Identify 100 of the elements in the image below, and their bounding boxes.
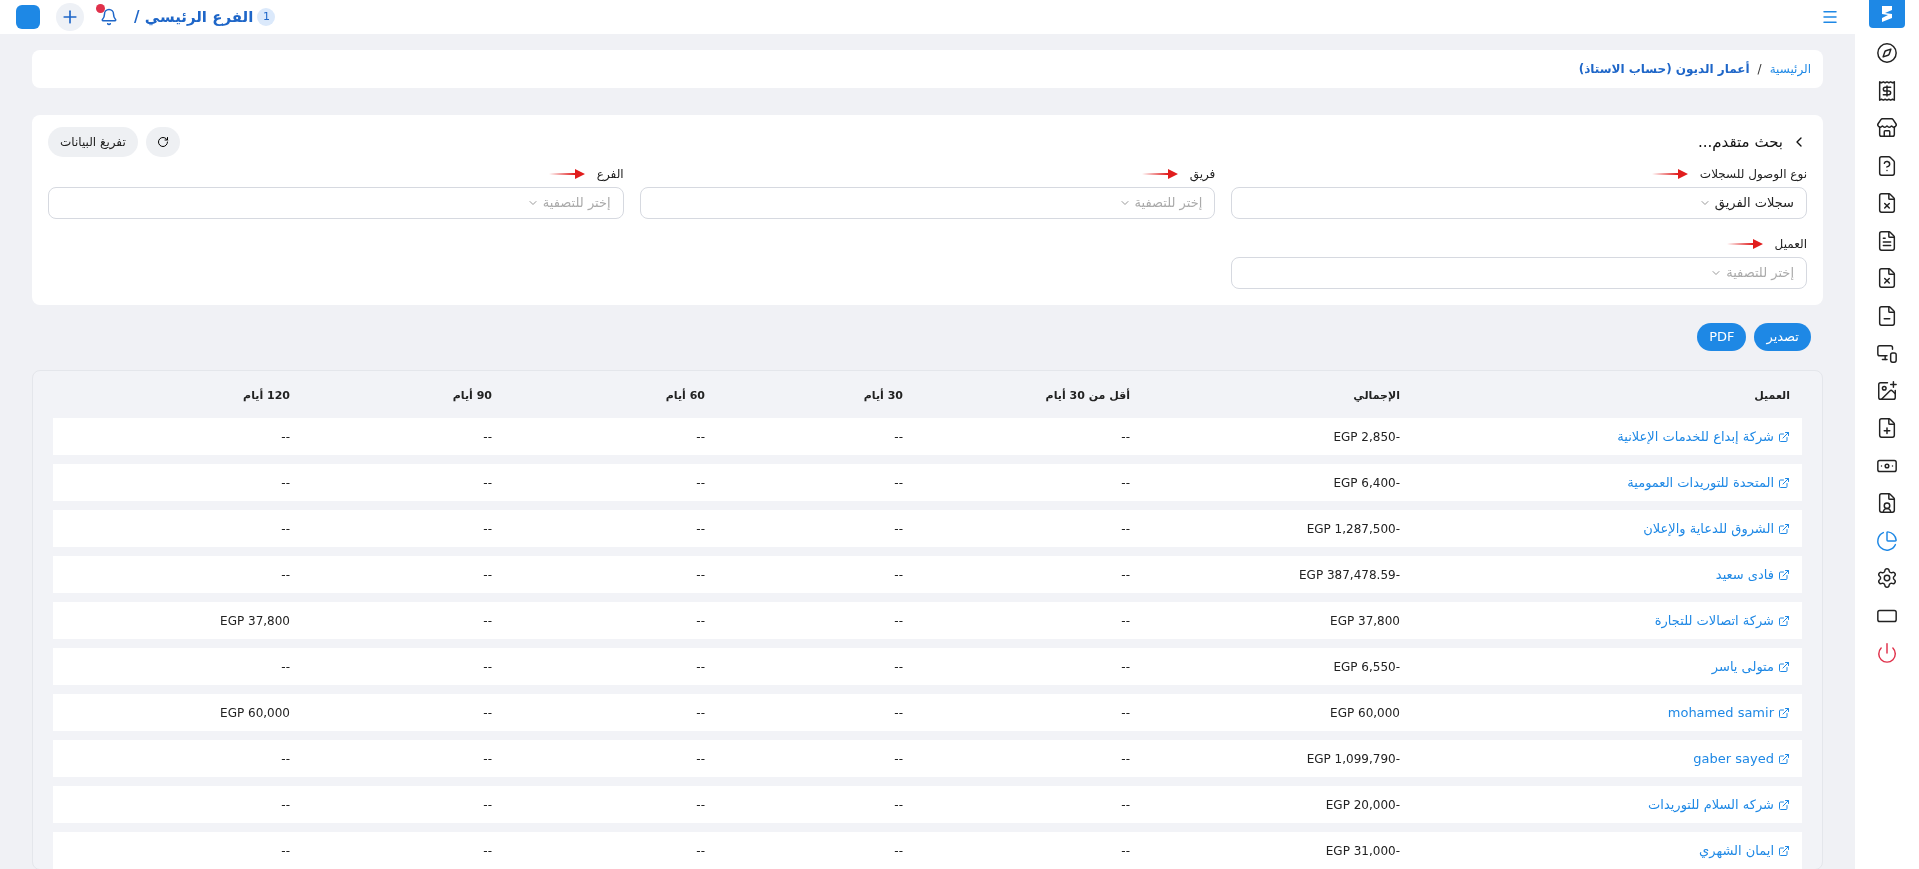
table-cell-text: -- bbox=[483, 704, 492, 722]
external-link-icon bbox=[1778, 522, 1790, 535]
monitor-icon[interactable] bbox=[1876, 342, 1898, 364]
field-label: العميل bbox=[1774, 236, 1807, 253]
settings-icon[interactable] bbox=[1876, 567, 1898, 589]
file-icon[interactable] bbox=[1876, 267, 1898, 289]
external-link-icon bbox=[1778, 706, 1790, 719]
table-cell-text: -- bbox=[1121, 658, 1130, 676]
table-cell-text: -- bbox=[281, 796, 290, 814]
table-cell-text: -- bbox=[1121, 520, 1130, 538]
file-icon[interactable] bbox=[1876, 192, 1898, 214]
external-link-icon bbox=[1778, 614, 1790, 627]
table-cell-text: -- bbox=[483, 658, 492, 676]
image-icon[interactable] bbox=[1876, 379, 1898, 402]
table-cell-text: -- bbox=[1121, 842, 1130, 860]
select-field[interactable]: إختر للتصفية bbox=[639, 187, 1216, 219]
table-cell-text: -- bbox=[696, 520, 705, 538]
client-link[interactable]: mohamed samir bbox=[1412, 702, 1802, 723]
select-field[interactable]: سجلات الفريق bbox=[1231, 187, 1807, 219]
column-header: 90 أيام bbox=[451, 387, 493, 404]
table-cell-text: EGP 6,550- bbox=[1333, 658, 1400, 676]
file-icon[interactable] bbox=[1876, 304, 1898, 327]
client-link[interactable]: ايمان الشهري bbox=[1412, 840, 1802, 861]
refresh-button[interactable] bbox=[145, 127, 180, 157]
table-cell-text: -- bbox=[483, 428, 492, 446]
table-cell-text: -- bbox=[696, 842, 705, 860]
table-cell-text: -- bbox=[1121, 704, 1130, 722]
table-cell-text: -- bbox=[894, 520, 903, 538]
table-cell-text: -- bbox=[894, 842, 903, 860]
compass-icon[interactable] bbox=[1876, 42, 1898, 64]
column-header: 120 أيام bbox=[242, 387, 291, 404]
table-cell-text: -- bbox=[696, 612, 705, 630]
document-icon[interactable] bbox=[1876, 229, 1898, 252]
field-label: الفرع bbox=[596, 166, 624, 183]
table-cell-text: EGP 37,800 bbox=[1330, 612, 1400, 630]
branch-selector[interactable]: الفرع الرئيسي / bbox=[134, 5, 254, 29]
table-cell-text: -- bbox=[281, 428, 290, 446]
column-header: 30 أيام bbox=[862, 387, 904, 404]
table-cell-text: -- bbox=[894, 566, 903, 584]
menu-icon[interactable] bbox=[1821, 8, 1839, 26]
field-label: نوع الوصول للسجلات bbox=[1699, 166, 1807, 183]
table-cell-text: -- bbox=[894, 474, 903, 492]
power-icon[interactable] bbox=[1876, 642, 1898, 664]
store-icon[interactable] bbox=[1876, 117, 1898, 139]
table-cell-text: -- bbox=[281, 520, 290, 538]
table-cell-text: -- bbox=[894, 704, 903, 722]
client-link[interactable]: المتحدة للتوريدات العمومية bbox=[1412, 472, 1802, 493]
external-link-icon bbox=[1778, 798, 1790, 811]
file-icon[interactable] bbox=[1876, 154, 1898, 177]
receipt-icon[interactable] bbox=[1876, 79, 1898, 102]
client-link[interactable]: gaber sayed bbox=[1412, 748, 1802, 769]
table-cell-text: -- bbox=[483, 842, 492, 860]
table-cell-text: EGP 1,287,500- bbox=[1306, 520, 1400, 538]
column-header: 60 أيام bbox=[664, 387, 706, 404]
branch-count-badge: 1 bbox=[257, 8, 276, 26]
table-cell-text: -- bbox=[894, 428, 903, 446]
file-plus-icon[interactable] bbox=[1876, 417, 1898, 439]
client-link[interactable]: شركة إبداع للخدمات الإعلانية bbox=[1412, 426, 1802, 447]
table-cell-text: -- bbox=[696, 428, 705, 446]
client-link[interactable]: فادى سعيد bbox=[1412, 564, 1802, 585]
table-cell-text: -- bbox=[696, 796, 705, 814]
table-cell-text: -- bbox=[483, 520, 492, 538]
table-cell-text: -- bbox=[281, 658, 290, 676]
table-cell-text: -- bbox=[894, 658, 903, 676]
search-toggle[interactable]: بحث متقدم... bbox=[1698, 130, 1807, 154]
breadcrumb-link[interactable]: الرئيسية bbox=[1769, 60, 1811, 78]
table-cell-text: -- bbox=[483, 474, 492, 492]
table-cell-text: EGP 37,800 bbox=[220, 612, 290, 630]
table-cell-text: EGP 387,478.59- bbox=[1299, 566, 1400, 584]
client-link[interactable]: متولى ياسر bbox=[1412, 656, 1802, 677]
breadcrumb-separator: / bbox=[1757, 61, 1762, 78]
table-cell-text: -- bbox=[1121, 428, 1130, 446]
table-cell-text: -- bbox=[696, 474, 705, 492]
client-link[interactable]: شركة اتصالات للتجارة bbox=[1412, 610, 1802, 631]
table-cell-text: EGP 31,000- bbox=[1325, 842, 1400, 860]
select-field[interactable]: إختر للتصفية bbox=[48, 187, 624, 219]
external-link-icon bbox=[1778, 430, 1790, 443]
external-link-icon bbox=[1778, 660, 1790, 673]
file-user-icon[interactable] bbox=[1876, 492, 1898, 514]
client-link[interactable]: شركه السلام للتوريدات bbox=[1412, 794, 1802, 815]
table-cell-text: -- bbox=[1121, 474, 1130, 492]
external-link-icon bbox=[1778, 568, 1790, 581]
client-link[interactable]: الشروق للدعاية والإعلان bbox=[1412, 518, 1802, 539]
table-cell-text: EGP 60,000 bbox=[220, 704, 290, 722]
export-button[interactable]: تصدير bbox=[1754, 323, 1811, 351]
table-cell-text: -- bbox=[281, 842, 290, 860]
table-cell-text: -- bbox=[894, 796, 903, 814]
pie-chart-icon[interactable] bbox=[1876, 529, 1898, 552]
column-header: أقل من 30 أيام bbox=[1044, 387, 1131, 404]
table-cell-text: -- bbox=[483, 612, 492, 630]
select-field[interactable]: إختر للتصفية bbox=[1231, 257, 1807, 289]
table-cell-text: EGP 6,400- bbox=[1333, 474, 1400, 492]
add-button[interactable] bbox=[56, 3, 84, 31]
table-cell-text: -- bbox=[483, 750, 492, 768]
clear-button[interactable]: تفريغ البيانات bbox=[48, 127, 138, 157]
table-cell-text: -- bbox=[894, 750, 903, 768]
external-link-icon bbox=[1778, 476, 1790, 489]
external-link-icon bbox=[1778, 844, 1790, 857]
table-cell-text: -- bbox=[696, 658, 705, 676]
export-button[interactable]: PDF bbox=[1697, 323, 1747, 351]
